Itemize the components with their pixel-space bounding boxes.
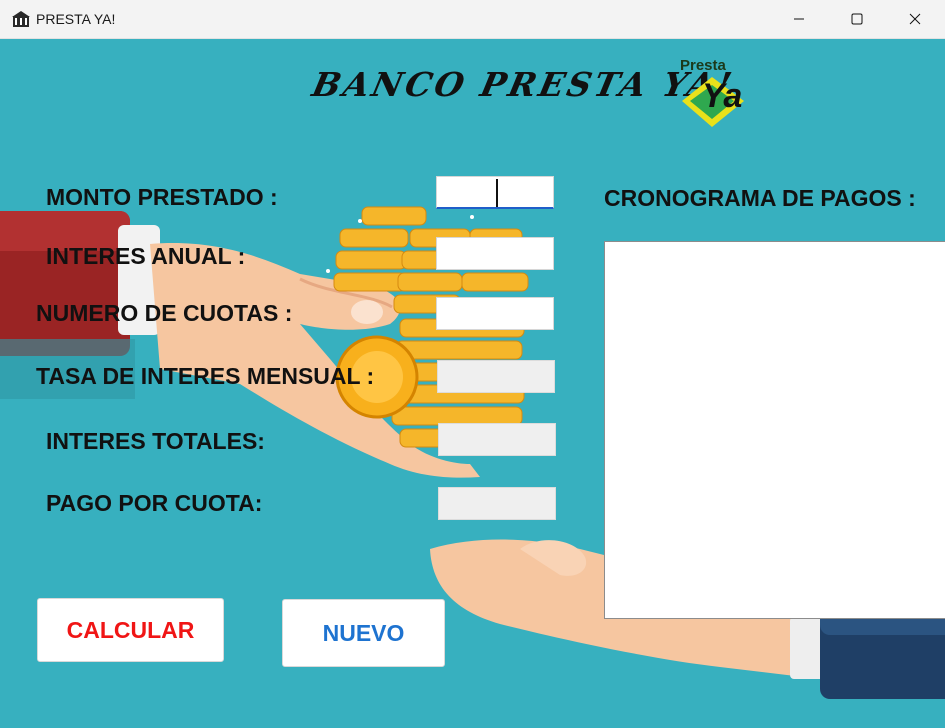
minimize-button[interactable] (770, 0, 828, 38)
interes-totales-output (438, 423, 556, 456)
monto-prestado-input[interactable] (436, 176, 554, 209)
interes-anual-label: INTERES ANUAL : (46, 243, 246, 269)
title-bar[interactable]: PRESTA YA! (0, 0, 945, 39)
cronograma-pagos-label: CRONOGRAMA DE PAGOS : (604, 185, 916, 211)
close-icon (909, 13, 921, 25)
window-title: PRESTA YA! (36, 11, 116, 27)
maximize-button[interactable] (828, 0, 886, 38)
nuevo-button[interactable]: NUEVO (282, 599, 445, 667)
pago-por-cuota-label: PAGO POR CUOTA: (46, 490, 263, 516)
minimize-icon (794, 18, 804, 20)
cronograma-pagos-textarea[interactable] (604, 241, 945, 619)
interes-anual-input[interactable] (436, 237, 554, 270)
main-panel: BANCO PRESTA YA! Presta Ya MONTO PRESTAD… (0, 39, 945, 728)
bank-app-icon (12, 11, 30, 27)
interes-totales-label: INTERES TOTALES: (46, 428, 265, 454)
close-button[interactable] (886, 0, 944, 38)
logo-presta-text: Presta (680, 57, 726, 74)
tasa-interes-mensual-output (437, 360, 555, 393)
pago-por-cuota-output (438, 487, 556, 520)
calcular-button[interactable]: CALCULAR (37, 598, 224, 662)
app-window: PRESTA YA! BANCO PRESTA YA! Presta Ya MO… (0, 0, 945, 728)
text-cursor (496, 179, 498, 207)
logo-ya-text: Ya (702, 77, 743, 115)
numero-cuotas-label: NUMERO DE CUOTAS : (36, 300, 293, 326)
blue-sleeve-illustration (820, 607, 945, 699)
tasa-interes-mensual-label: TASA DE INTERES MENSUAL : (36, 363, 375, 389)
monto-prestado-label: MONTO PRESTADO : (46, 184, 278, 210)
numero-cuotas-input[interactable] (436, 297, 554, 330)
maximize-icon (851, 13, 863, 25)
